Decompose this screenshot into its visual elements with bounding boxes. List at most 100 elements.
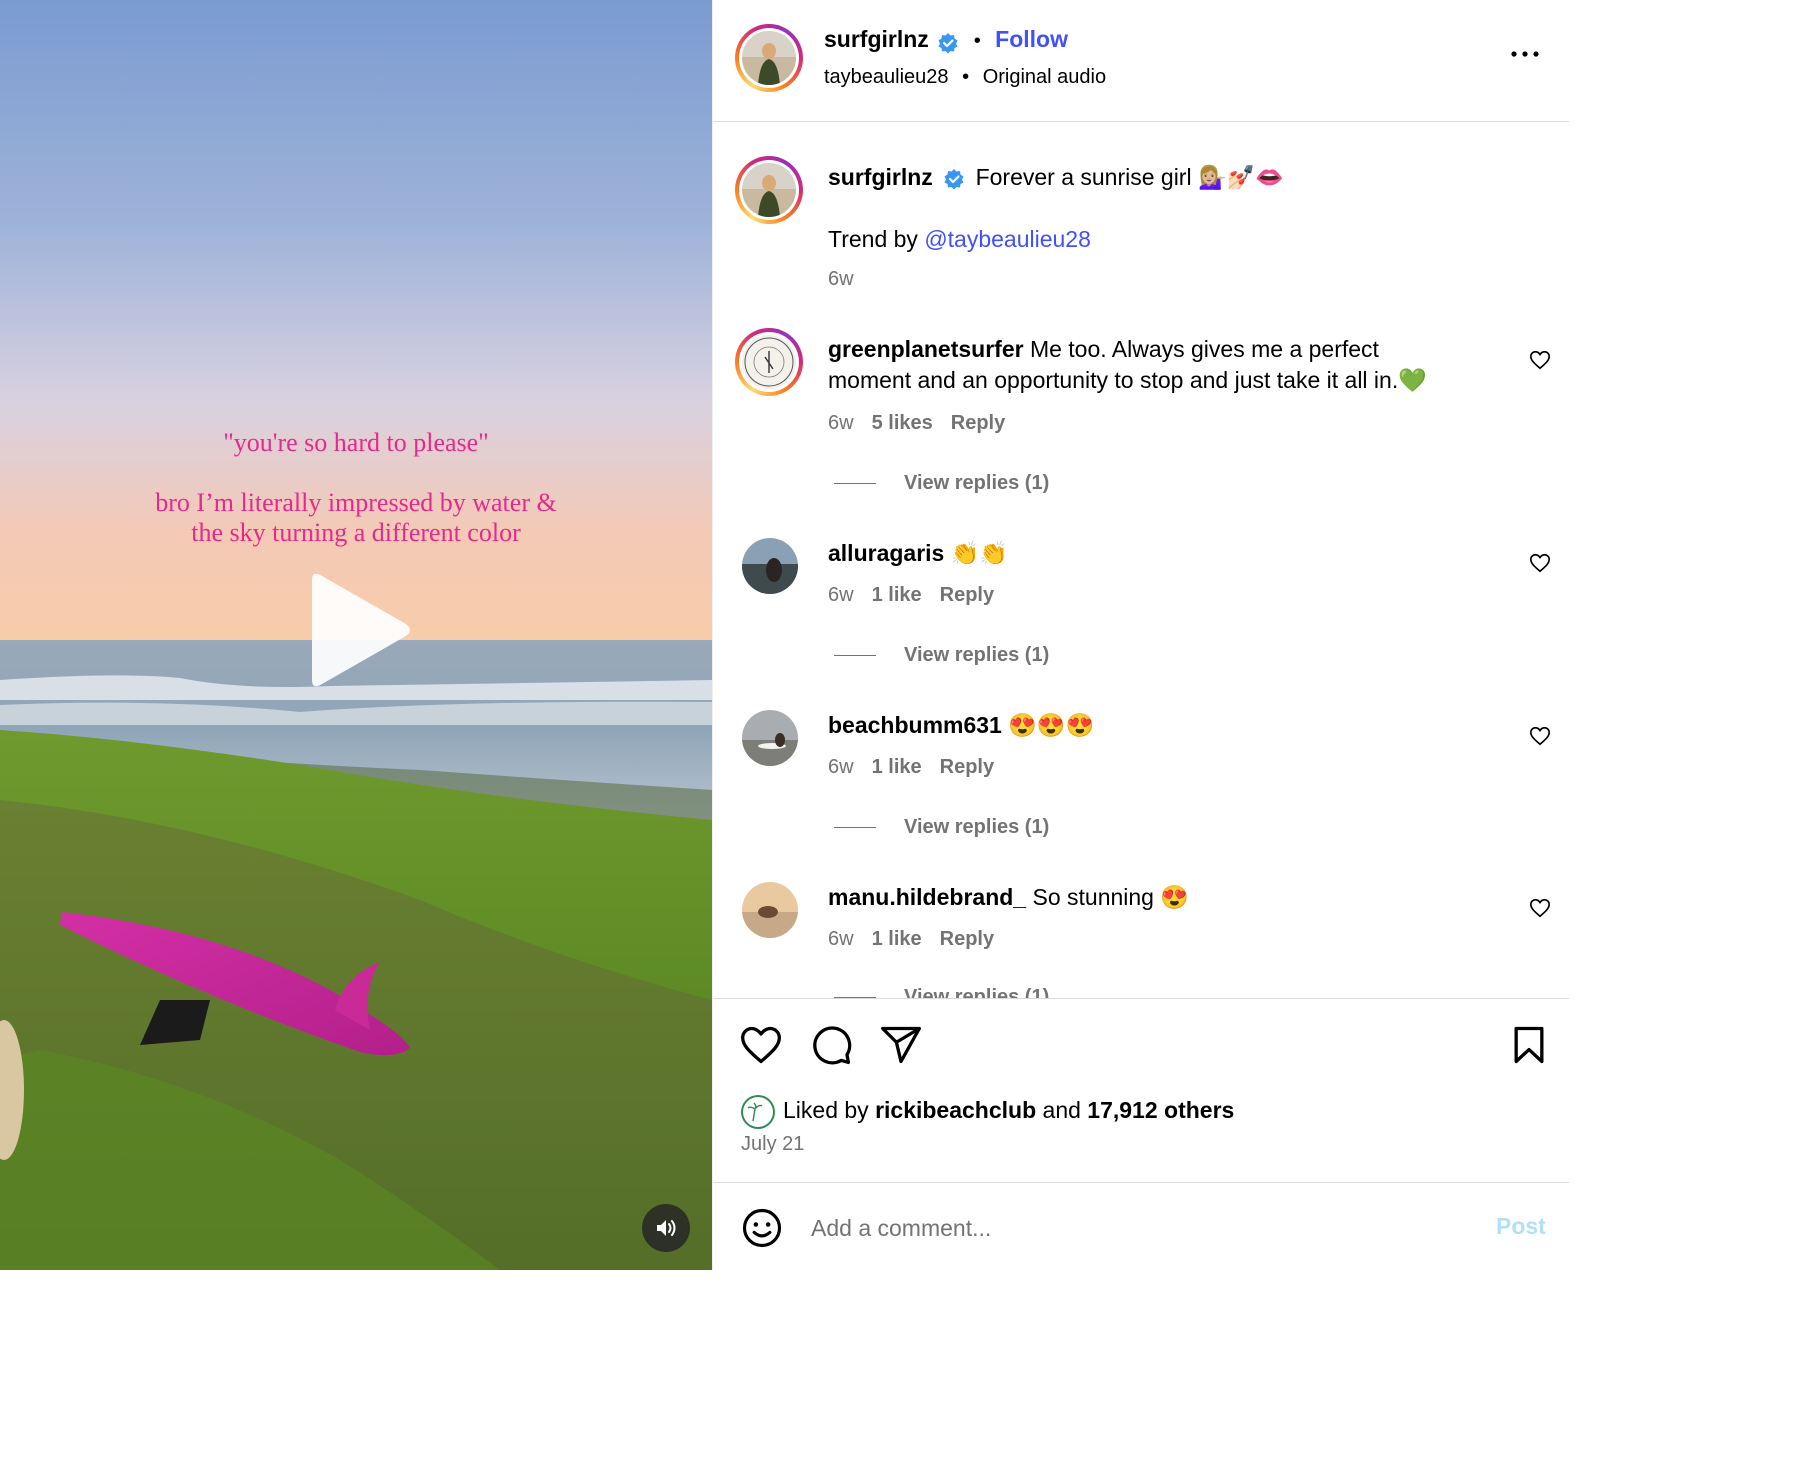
liker-avatar[interactable] [741,1095,775,1129]
comment-avatar[interactable] [742,538,798,594]
more-options-icon[interactable] [1509,44,1541,64]
likes-count[interactable]: 17,912 others [1087,1097,1234,1123]
comment-avatar[interactable] [742,710,798,766]
mute-button[interactable] [642,1204,690,1252]
comment-text: 👏👏 [944,540,1009,566]
comment-username[interactable]: beachbumm631 [828,712,1002,738]
reel-video[interactable]: "you're so hard to please" bro I’m liter… [0,0,712,1270]
author-username[interactable]: surfgirlnz [824,26,929,52]
comment-time: 6w [828,928,854,950]
reply-button[interactable]: Reply [940,928,994,950]
view-replies-label: View replies (1) [904,472,1050,494]
caption-avatar[interactable] [735,156,803,224]
verified-badge-icon [938,32,958,54]
comment-username[interactable]: manu.hildebrand_ [828,884,1026,910]
audio-label[interactable]: Original audio [983,66,1106,88]
overlay-text-line2: bro I’m literally impressed by water & [155,488,557,517]
liked-middle: and [1036,1097,1088,1124]
emoji-icon[interactable] [741,1207,783,1249]
verified-badge-icon [944,168,964,190]
comment-body: alluragaris 👏👏 [828,538,1488,569]
action-bar: Liked by rickibeachclub and 17,912 other… [713,998,1569,1182]
post-panel: surfgirlnz • Follow taybeaulieu28 • Orig… [712,0,1569,1270]
logo-avatar [744,337,794,387]
replies-line [834,483,876,485]
avatar-photo [742,163,796,217]
caption-row: surfgirlnz Forever a sunrise girl 💁🏼‍♀️💅… [828,162,1488,193]
comment-time: 6w [828,412,854,434]
comment-body: greenplanetsurfer Me too. Always gives m… [828,334,1488,396]
avatar-photo [742,31,796,85]
view-replies-button[interactable]: View replies (1) [834,986,1049,998]
audio-owner[interactable]: taybeaulieu28 [824,66,949,88]
overlay-text-line3: the sky turning a different color [191,518,521,547]
comments-list[interactable]: surfgirlnz Forever a sunrise girl 💁🏼‍♀️💅… [713,122,1569,998]
comment-likes[interactable]: 1 like [872,928,922,950]
caption-time: 6w [828,268,854,290]
audio-separator: • [962,66,970,88]
post-header: surfgirlnz • Follow taybeaulieu28 • Orig… [713,0,1569,122]
comment-text-cont: moment and an opportunity to stop and ju… [828,367,1427,393]
comment-icon[interactable] [809,1023,853,1067]
comment-time: 6w [828,584,854,606]
comment-meta: 6w 1 like Reply [828,928,1012,951]
follow-button[interactable]: Follow [995,26,1068,52]
comment-like-heart-icon[interactable] [1529,552,1551,574]
bookmark-icon[interactable] [1507,1023,1551,1067]
comment-meta: 6w 1 like Reply [828,756,1012,779]
avatar-photo [742,538,798,594]
view-replies-button[interactable]: View replies (1) [834,816,1049,839]
heart-icon[interactable] [739,1023,783,1067]
comment-avatar[interactable] [742,882,798,938]
reply-button[interactable]: Reply [951,412,1005,434]
comment-username[interactable]: alluragaris [828,540,944,566]
trend-mention-link[interactable]: @taybeaulieu28 [924,226,1091,252]
avatar-photo [742,882,798,938]
post-date[interactable]: July 21 [741,1133,804,1156]
play-icon [312,573,410,687]
comment-meta: 6w 1 like Reply [828,584,1012,607]
liked-prefix: Liked by [783,1097,876,1124]
caption-text: Forever a sunrise girl 💁🏼‍♀️💅🏻👄 [975,164,1284,190]
view-replies-button[interactable]: View replies (1) [834,644,1049,667]
view-replies-label: View replies (1) [904,986,1050,998]
comment-body: beachbumm631 😍😍😍 [828,710,1488,741]
comment-body: manu.hildebrand_ So stunning 😍 [828,882,1488,913]
overlay-text-quote: "you're so hard to please" [223,428,489,457]
replies-line [834,655,876,657]
comment-avatar[interactable] [735,328,803,396]
reply-button[interactable]: Reply [940,756,994,778]
trend-prefix: Trend by [828,226,925,252]
header-separator: • [973,30,981,52]
replies-line [834,827,876,829]
caption-username[interactable]: surfgirlnz [828,164,933,190]
comment-text: 😍😍😍 [1001,712,1095,738]
add-comment-bar: Post [713,1182,1569,1270]
comment-meta: 6w 5 likes Reply [828,412,1023,435]
post-button[interactable]: Post [1496,1213,1546,1240]
author-avatar[interactable] [735,24,803,92]
caption-trend: Trend by @taybeaulieu28 [828,224,1488,255]
view-replies-label: View replies (1) [904,644,1050,666]
liked-by: Liked by rickibeachclub and 17,912 other… [741,1095,1234,1129]
reply-button[interactable]: Reply [940,584,994,606]
comment-like-heart-icon[interactable] [1529,897,1551,919]
speaker-icon [657,1220,676,1236]
palm-logo-icon [743,1097,773,1127]
comment-likes[interactable]: 1 like [872,584,922,606]
liker-username[interactable]: rickibeachclub [875,1097,1036,1123]
comment-likes[interactable]: 5 likes [872,412,933,434]
comment-username[interactable]: greenplanetsurfer [828,336,1024,362]
comment-time: 6w [828,756,854,778]
comment-likes[interactable]: 1 like [872,756,922,778]
comment-text: So stunning 😍 [1026,884,1189,910]
view-replies-label: View replies (1) [904,816,1050,838]
play-button[interactable] [298,570,418,690]
comment-like-heart-icon[interactable] [1529,349,1551,371]
avatar-photo [742,710,798,766]
view-replies-button[interactable]: View replies (1) [834,472,1049,495]
share-icon[interactable] [879,1023,923,1067]
comment-like-heart-icon[interactable] [1529,725,1551,747]
comment-text: Me too. Always gives me a perfect [1023,336,1379,362]
comment-input[interactable] [809,1205,1453,1251]
